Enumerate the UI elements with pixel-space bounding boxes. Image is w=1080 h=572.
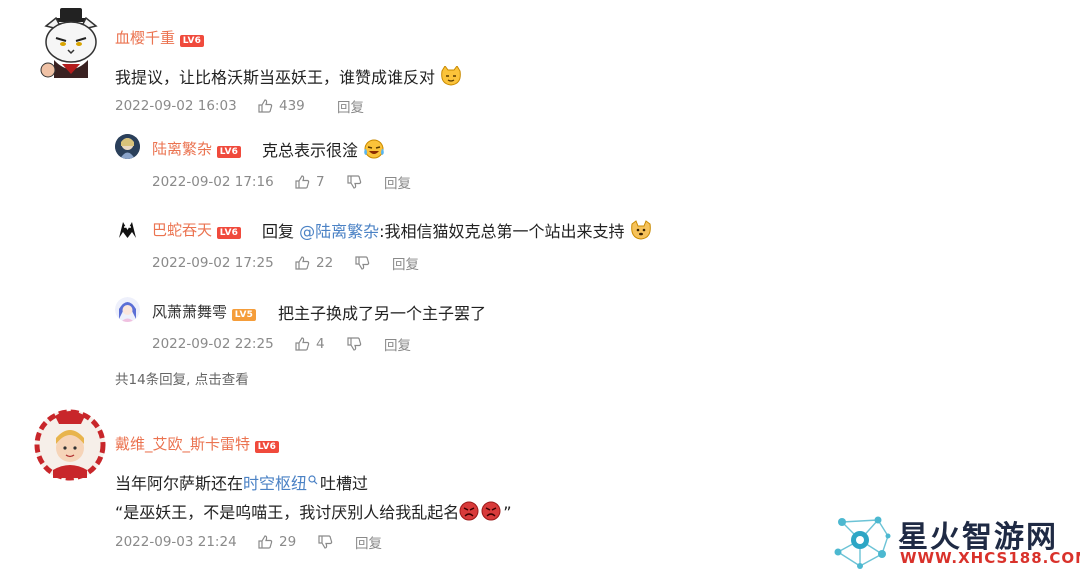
level-badge: LV6 [216,146,242,158]
comment-text-prefix: 当年阿尔萨斯还在 [115,474,244,493]
reply-button[interactable]: 回复 [392,253,419,273]
reply-date: 2022-09-02 17:16 [152,174,274,190]
watermark-url: WWW.XHCS188.COM [900,549,1080,567]
crying-laugh-emoji-icon [364,139,384,159]
more-replies-link[interactable]: 共14条回复, 点击查看 [115,368,249,388]
search-icon [308,475,318,485]
dog-emoji-icon [630,220,651,240]
thumbs-down-icon[interactable] [346,174,362,190]
like-count: 22 [316,255,334,271]
username[interactable]: 巴蛇吞天 [152,221,212,239]
quote-end: ” [503,503,512,522]
reply-button[interactable]: 回复 [384,334,411,354]
reply-button[interactable]: 回复 [384,172,411,192]
reply-button[interactable]: 回复 [355,532,382,552]
reply-text: 克总表示很淦 [262,141,359,160]
like-count: 7 [316,174,325,190]
level-badge: LV6 [254,441,280,453]
avatar[interactable] [115,297,140,322]
network-logo-icon [834,516,891,569]
level-badge: LV6 [216,227,242,239]
thumbs-up-icon[interactable] [294,336,310,352]
comment-text: “是巫妖王，不是呜喵王，我讨厌别人给我乱起名 [115,503,460,522]
comment-date: 2022-09-02 16:03 [115,98,237,114]
comment-date: 2022-09-03 21:24 [115,534,237,550]
reply-date: 2022-09-02 17:25 [152,255,274,271]
avatar[interactable] [36,8,106,80]
character-avatar-icon [115,134,140,159]
cat-emoji-icon [441,66,461,86]
comment-text-suffix: 吐槽过 [320,474,369,493]
like-count: 4 [316,336,325,352]
anime-avatar-icon [115,297,140,322]
topic-link[interactable]: 时空枢纽 [243,474,307,493]
like-count: 29 [279,534,297,550]
reply-text: :我相信猫奴克总第一个站出来支持 [379,222,625,241]
reply-date: 2022-09-02 22:25 [152,336,274,352]
comment-text: 我提议，让比格沃斯当巫妖王，谁赞成谁反对 [115,68,436,87]
username[interactable]: 血樱千重 [115,29,175,47]
angry-emoji-icon [459,501,501,521]
thumbs-down-icon[interactable] [354,255,370,271]
username[interactable]: 陆离繁杂 [152,140,212,158]
avatar[interactable] [115,216,140,241]
cat-avatar-icon [40,8,98,78]
thumbs-up-icon[interactable] [294,174,310,190]
username[interactable]: 风萧萧舞雩 [152,303,227,321]
festive-avatar-icon [34,409,106,481]
reply-button[interactable]: 回复 [337,96,364,116]
reply-text: 把主子换成了另一个主子罢了 [278,304,487,323]
avatar[interactable] [115,134,140,159]
like-count: 439 [279,98,305,114]
thumbs-up-icon[interactable] [257,534,273,550]
thumbs-up-icon[interactable] [294,255,310,271]
thumbs-up-icon[interactable] [257,98,273,114]
dark-character-avatar-icon [115,216,140,241]
avatar[interactable] [33,408,107,482]
mention-link[interactable]: @陆离繁杂 [299,222,379,241]
level-badge: LV5 [231,309,257,321]
thumbs-down-icon[interactable] [346,336,362,352]
thumbs-down-icon[interactable] [317,534,333,550]
level-badge: LV6 [179,35,205,47]
username[interactable]: 戴维_艾欧_斯卡雷特 [115,435,250,453]
reply-prefix: 回复 [262,222,295,241]
